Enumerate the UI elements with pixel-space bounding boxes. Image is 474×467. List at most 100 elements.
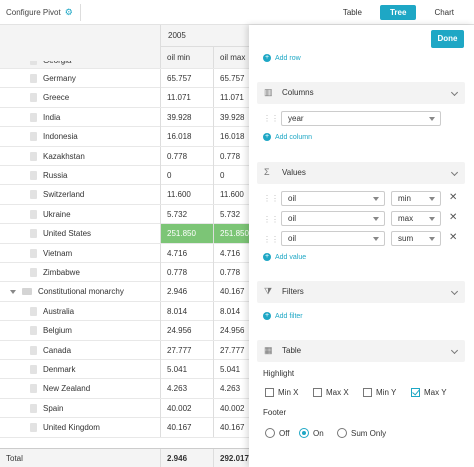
table-row[interactable]: Greece 11.071 11.071	[0, 88, 250, 108]
drag-handle-icon[interactable]: ⋮⋮	[263, 215, 279, 224]
document-icon	[30, 384, 37, 394]
max-y-checkbox[interactable]: Max Y	[411, 388, 447, 397]
add-filter-link[interactable]: + Add filter	[263, 312, 303, 320]
folder-icon	[22, 288, 32, 296]
oil-min-cell: 0.778	[160, 146, 213, 166]
value-op-select[interactable]: min	[391, 191, 441, 206]
oil-min-cell: 251.850	[160, 224, 213, 244]
tab-table[interactable]: Table	[333, 5, 372, 20]
row-label: New Zealand	[30, 379, 90, 398]
max-x-checkbox[interactable]: Max X	[313, 388, 349, 397]
oil-min-cell: 65.757	[160, 69, 213, 88]
document-icon	[30, 248, 37, 258]
document-icon	[30, 151, 37, 161]
document-icon	[30, 423, 37, 433]
sigma-icon: Σ	[264, 167, 270, 177]
table-row[interactable]: Belgium 24.956 24.956	[0, 321, 250, 341]
chevron-down-icon	[450, 346, 459, 355]
row-label: Spain	[30, 399, 63, 418]
done-button[interactable]: Done	[431, 30, 464, 48]
chevron-down-icon	[373, 217, 379, 221]
document-icon	[30, 306, 37, 316]
table-row[interactable]: Denmark 5.041 5.041	[0, 360, 250, 380]
values-section-header[interactable]: Σ Values	[257, 162, 465, 184]
oil-max-cell: 40.167	[213, 282, 250, 302]
remove-value-icon[interactable]: ✕	[449, 192, 457, 203]
pivot-grid: 2005 oil min oil max Georgia Germany65.7…	[0, 25, 250, 467]
oil-max-cell: 24.956	[213, 321, 250, 341]
min-y-checkbox[interactable]: Min Y	[363, 388, 396, 397]
oil-min-cell: 8.014	[160, 301, 213, 321]
document-icon	[30, 171, 37, 180]
document-icon	[30, 61, 37, 65]
oil-max-cell: 11.071	[213, 88, 250, 108]
drag-handle-icon[interactable]: ⋮⋮	[263, 114, 279, 123]
oil-min-cell: 0.778	[160, 263, 213, 282]
table-row[interactable]: Kazakhstan 0.778 0.778	[0, 146, 250, 166]
columns-section-header[interactable]: ▥ Columns	[257, 82, 465, 104]
table-row[interactable]: Switzerland 11.600 11.600	[0, 185, 250, 205]
settings-sliders-icon: ⚙	[64, 7, 73, 17]
remove-value-icon[interactable]: ✕	[449, 232, 457, 243]
table-row[interactable]: Vietnam 4.716 4.716	[0, 243, 250, 263]
table-row[interactable]: Germany 65.757 65.757	[0, 69, 250, 89]
oil-min-cell: 40.167	[160, 418, 213, 438]
row-label: Greece	[30, 88, 69, 107]
table-row[interactable]: Zimbabwe 0.778 0.778	[0, 263, 250, 283]
drag-handle-icon[interactable]: ⋮⋮	[263, 194, 279, 203]
table-row[interactable]: Canada 27.777 27.777	[0, 340, 250, 360]
tab-tree[interactable]: Tree	[379, 5, 417, 20]
table-row[interactable]: New Zealand 4.263 4.263	[0, 379, 250, 399]
value-field-select[interactable]: oil	[281, 231, 385, 246]
row-label: Germany	[30, 69, 76, 88]
row-label: Canada	[30, 341, 71, 360]
table-row[interactable]: Spain 40.002 40.002	[0, 398, 250, 419]
table-row[interactable]: Australia 8.014 8.014	[0, 301, 250, 322]
table-row[interactable]: Russia 0 0	[0, 166, 250, 186]
footer-on-radio[interactable]: On	[299, 428, 324, 438]
configure-pivot-button[interactable]: Configure Pivot ⚙	[6, 7, 73, 18]
row-label: United States	[30, 224, 91, 243]
min-x-checkbox[interactable]: Min X	[265, 388, 298, 397]
row-label: India	[30, 108, 60, 127]
tab-chart[interactable]: Chart	[424, 5, 464, 20]
document-icon	[30, 93, 37, 103]
plus-icon: +	[263, 133, 271, 141]
plus-icon: +	[263, 312, 271, 320]
oil-min-cell: 11.071	[160, 88, 213, 108]
chevron-down-icon[interactable]	[10, 289, 16, 294]
table-section-header[interactable]: ▦ Table	[257, 340, 465, 362]
remove-value-icon[interactable]: ✕	[449, 212, 457, 223]
filters-section-header[interactable]: ⧩ Filters	[257, 281, 465, 303]
table-row[interactable]: Georgia	[0, 61, 250, 69]
footer-sum-only-radio[interactable]: Sum Only	[337, 428, 386, 438]
column-field-select[interactable]: year	[281, 111, 441, 126]
value-op-select[interactable]: sum	[391, 231, 441, 246]
oil-max-cell: 27.777	[213, 340, 250, 360]
oil-max-cell: 4.263	[213, 379, 250, 399]
table-row[interactable]: United States 251.850 251.850	[0, 224, 250, 244]
document-icon	[30, 326, 37, 336]
year-header[interactable]: 2005	[160, 25, 250, 47]
value-field-select[interactable]: oil	[281, 191, 385, 206]
value-field-select[interactable]: oil	[281, 211, 385, 226]
footer-off-radio[interactable]: Off	[265, 428, 290, 438]
add-column-link[interactable]: + Add column	[263, 133, 312, 141]
value-op-select[interactable]: max	[391, 211, 441, 226]
footer-label: Footer	[263, 408, 287, 417]
row-label: Ukraine	[30, 205, 71, 224]
row-label: Australia	[30, 302, 74, 321]
table-row[interactable]: Indonesia 16.018 16.018	[0, 127, 250, 147]
table-row[interactable]: United Kingdom 40.167 40.167	[0, 418, 250, 438]
add-row-link[interactable]: + Add row	[263, 54, 301, 62]
drag-handle-icon[interactable]: ⋮⋮	[263, 235, 279, 244]
add-value-link[interactable]: + Add value	[263, 253, 306, 261]
oil-min-cell: 39.928	[160, 107, 213, 127]
document-icon	[30, 132, 37, 142]
group-row[interactable]: Constitutional monarchy 2.946 40.167	[0, 282, 250, 302]
table-row[interactable]: Ukraine 5.732 5.732	[0, 204, 250, 225]
oil-max-cell: 4.716	[213, 243, 250, 263]
row-label: Zimbabwe	[30, 263, 80, 282]
oil-min-cell: 24.956	[160, 321, 213, 341]
table-row[interactable]: India 39.928 39.928	[0, 107, 250, 128]
